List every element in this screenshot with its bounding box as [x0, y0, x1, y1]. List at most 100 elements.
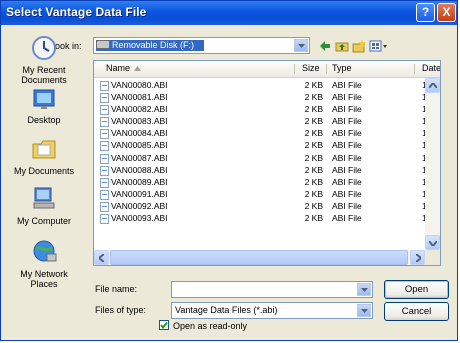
file-row[interactable]: VAN00082.ABI2 KBABI File12/27 [94, 103, 440, 116]
cancel-button[interactable]: Cancel [384, 302, 449, 321]
removable-disk-icon [96, 40, 110, 49]
places-bar: My Recent Documents Desktop My Documents… [8, 35, 80, 335]
place-label: My Computer [16, 216, 71, 226]
file-size-cell: 2 KB [304, 104, 323, 115]
abi-file-icon [100, 93, 109, 104]
file-row[interactable]: VAN00093.ABI2 KBABI File12/29 [94, 212, 440, 225]
file-size-cell: 2 KB [304, 213, 323, 224]
column-header-name[interactable]: Name [106, 63, 130, 73]
look-in-dropdown-button[interactable] [294, 39, 308, 52]
file-type-cell: ABI File [332, 152, 362, 163]
column-separator[interactable] [414, 64, 415, 74]
look-in-dropdown[interactable]: Removable Disk (F:) [93, 37, 310, 54]
file-size-cell: 2 KB [304, 116, 323, 127]
place-label: Desktop [27, 115, 61, 125]
file-name-dropdown-button[interactable] [357, 283, 371, 296]
abi-file-icon [100, 153, 109, 164]
views-menu-icon[interactable] [369, 39, 389, 53]
file-row[interactable]: VAN00083.ABI2 KBABI File12/27 [94, 115, 440, 128]
abi-file-icon [100, 117, 109, 128]
file-row[interactable]: VAN00085.ABI2 KBABI File12/27 [94, 139, 440, 152]
file-type-cell: ABI File [332, 188, 362, 199]
new-folder-icon[interactable] [352, 39, 366, 53]
file-type-cell: ABI File [332, 140, 362, 151]
close-button[interactable]: X [437, 3, 456, 22]
help-button[interactable]: ? [416, 3, 435, 22]
chevron-down-icon [361, 288, 368, 292]
scroll-up-button[interactable] [425, 78, 440, 93]
file-name-cell: VAN00093.ABI [111, 213, 168, 224]
file-size-cell: 2 KB [304, 164, 323, 175]
column-separator[interactable] [294, 64, 295, 74]
column-header-date[interactable]: Date [422, 63, 440, 73]
file-name-cell: VAN00085.ABI [111, 140, 168, 151]
column-header-size[interactable]: Size [302, 63, 320, 73]
abi-file-icon [100, 201, 109, 212]
file-type-cell: ABI File [332, 104, 362, 115]
place-my-recent-documents[interactable]: My Recent Documents [8, 35, 80, 85]
place-desktop[interactable]: Desktop [8, 87, 80, 125]
scroll-down-button[interactable] [425, 235, 440, 250]
file-row[interactable]: VAN00091.ABI2 KBABI File12/27 [94, 188, 440, 200]
open-button[interactable]: Open [384, 280, 449, 299]
file-size-cell: 2 KB [304, 128, 323, 139]
list-header: Name Size Type Date [94, 61, 440, 78]
abi-file-icon [100, 81, 109, 91]
file-row[interactable]: VAN00087.ABI2 KBABI File12/27 [94, 152, 440, 164]
column-separator[interactable] [326, 64, 327, 74]
scroll-right-button[interactable] [410, 250, 425, 265]
horizontal-scrollbar[interactable] [94, 250, 425, 265]
file-row[interactable]: VAN00088.ABI2 KBABI File12/27 [94, 164, 440, 176]
back-icon[interactable] [318, 39, 332, 53]
chevron-down-icon [361, 309, 368, 313]
chevron-right-icon [416, 254, 421, 262]
file-name-cell: VAN00081.ABI [111, 92, 168, 103]
column-header-type[interactable]: Type [332, 63, 352, 73]
place-my-documents[interactable]: My Documents [8, 136, 80, 176]
place-label: My Recent [22, 65, 66, 75]
file-type-cell: ABI File [332, 92, 362, 103]
vertical-scrollbar[interactable] [425, 78, 440, 250]
file-type-dropdown-button[interactable] [357, 304, 371, 317]
file-rows: VAN00080.ABI2 KBABI File12/27VAN00081.AB… [94, 79, 440, 225]
open-read-only-checkbox[interactable] [159, 320, 169, 330]
help-icon: ? [421, 5, 430, 19]
file-row[interactable]: VAN00081.ABI2 KBABI File12/27 [94, 91, 440, 104]
place-label: Documents [21, 75, 67, 85]
window-title: Select Vantage Data File [6, 5, 147, 19]
file-name-cell: VAN00087.ABI [111, 152, 168, 163]
place-label: Places [30, 279, 58, 289]
abi-file-icon [100, 141, 109, 152]
file-list[interactable]: Name Size Type Date VAN00080.ABI 2 KB ABI … [93, 60, 441, 266]
file-type-cell: ABI File [332, 164, 362, 175]
file-type-label: Files of type: [95, 305, 147, 315]
sort-ascending-icon [134, 66, 141, 71]
abi-file-icon [100, 129, 109, 140]
desktop-icon [33, 89, 55, 109]
close-icon: X [442, 5, 451, 19]
chevron-down-icon [298, 44, 305, 48]
recent-documents-icon [32, 36, 56, 60]
chevron-left-icon [99, 254, 104, 262]
file-row[interactable]: VAN00080.ABI2 KBABI File12/27 [94, 79, 440, 91]
file-row[interactable]: VAN00092.ABI2 KBABI File12/28 [94, 200, 440, 212]
file-name-combo[interactable] [171, 281, 373, 298]
file-type-cell: ABI File [332, 176, 362, 187]
place-label: My Network [20, 269, 68, 279]
file-name-cell: VAN00084.ABI [111, 128, 168, 139]
up-folder-icon[interactable] [335, 39, 349, 53]
file-row[interactable]: VAN00084.ABI2 KBABI File12/27 [94, 127, 440, 140]
abi-file-icon [100, 214, 109, 225]
scroll-left-button[interactable] [94, 250, 109, 265]
place-my-computer[interactable]: My Computer [8, 186, 80, 226]
network-places-icon [33, 240, 57, 262]
file-row[interactable]: VAN00089.ABI2 KBABI File12/27 [94, 176, 440, 188]
place-my-network-places[interactable]: My Network Places [8, 239, 80, 289]
file-type-dropdown[interactable]: Vantage Data Files (*.abi) [171, 302, 373, 319]
file-size-cell: 2 KB [304, 140, 323, 151]
horizontal-scroll-thumb[interactable] [110, 250, 408, 265]
checkmark-icon [160, 321, 168, 329]
scrollbar-corner [425, 250, 440, 265]
abi-file-icon [100, 105, 109, 116]
title-bar[interactable]: Select Vantage Data File ? X [1, 1, 457, 25]
